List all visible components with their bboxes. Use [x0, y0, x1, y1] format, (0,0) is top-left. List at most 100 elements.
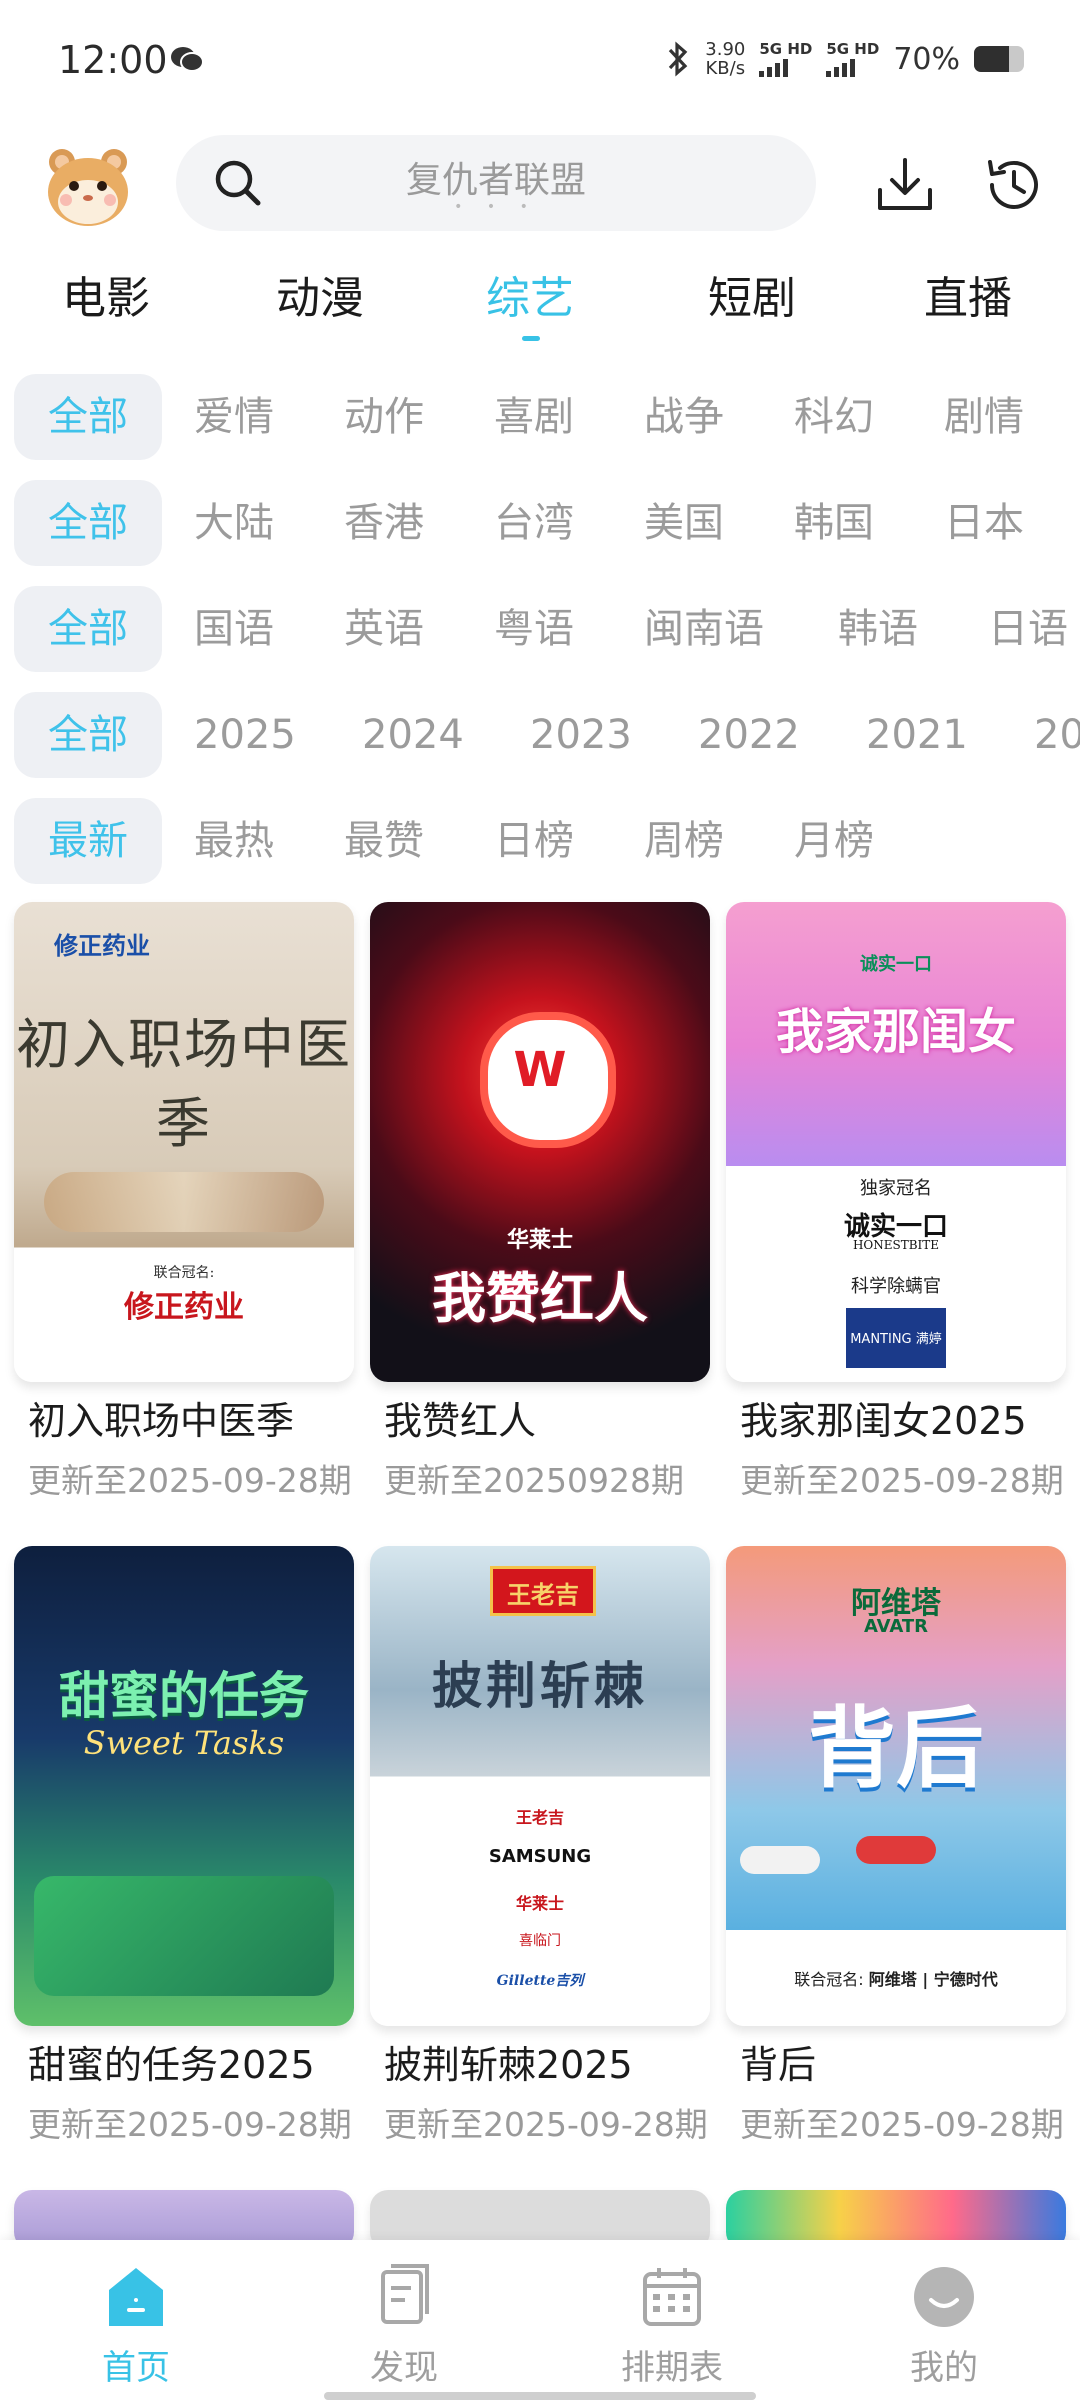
gesture-home-indicator	[324, 2392, 756, 2400]
show-poster[interactable]: 诚实一口 我家那闺女 独家冠名 诚实一口 HONESTBITE 科学除螨官 MA…	[726, 902, 1066, 1382]
filter-year-all[interactable]: 全部	[14, 692, 162, 778]
show-update-status: 更新至2025-09-28期	[28, 2105, 352, 2144]
filter-language-option[interactable]: 韩语	[838, 586, 918, 672]
filter-region-option[interactable]: 台湾	[494, 480, 574, 566]
poster-sponsor2-logo: MANTING 满婷	[846, 1308, 946, 1368]
tab-movies[interactable]: 电影	[62, 262, 150, 326]
filter-genre-all[interactable]: 全部	[14, 374, 162, 460]
filter-sort-option[interactable]: 最热	[194, 798, 274, 884]
show-poster[interactable]: 甜蜜的任务 Sweet Tasks	[14, 1546, 354, 2026]
show-title[interactable]: 背后	[740, 2034, 1070, 2089]
filter-region-all[interactable]: 全部	[14, 480, 162, 566]
tab-short-drama[interactable]: 短剧	[708, 262, 796, 326]
search-carousel-indicator: • • •	[454, 199, 538, 215]
poster-sponsor-logo: 华莱士	[506, 1227, 573, 1253]
category-tabs: 电影 动漫 综艺 短剧 直播	[0, 262, 1080, 342]
tab-variety[interactable]: 综艺	[486, 262, 574, 326]
poster-sponsor-label: 联合冠名:	[153, 1265, 215, 1281]
search-bar[interactable]: 复仇者联盟 • • •	[176, 135, 816, 231]
poster-sponsor-en: HONESTBITE	[852, 1238, 940, 1252]
filter-year-option[interactable]: 2023	[530, 692, 632, 778]
show-title[interactable]: 我赞红人	[384, 1390, 714, 1445]
filter-genre-option[interactable]: 动作	[344, 374, 424, 460]
filter-region-option[interactable]: 美国	[644, 480, 724, 566]
poster-decor	[34, 1876, 334, 1996]
show-title[interactable]: 甜蜜的任务2025	[28, 2034, 358, 2089]
nav-schedule[interactable]: 排期表	[572, 2262, 772, 2389]
poster-sponsor-name: 王老吉	[515, 1808, 564, 1827]
poster-title-art: 披荆斩棘	[432, 1656, 648, 1715]
show-update-status: 更新至2025-09-28期	[28, 1461, 352, 1500]
poster-decor	[856, 1836, 936, 1864]
poster-sponsor-en: AVATR	[863, 1616, 929, 1637]
poster-title-art: 初入职场中医季	[16, 1013, 352, 1155]
nav-profile[interactable]: 我的	[844, 2262, 1044, 2389]
poster-sponsor-label: 独家冠名	[860, 1178, 932, 1199]
show-title[interactable]: 披荆斩棘2025	[384, 2034, 714, 2089]
sort-filter-row: 最新 最热 最赞 日榜 周榜 月榜	[0, 798, 1080, 890]
poster-title-art: 甜蜜的任务	[59, 1667, 309, 1725]
filter-year-option[interactable]: 2025	[194, 692, 296, 778]
show-title[interactable]: 初入职场中医季	[28, 1390, 358, 1445]
show-poster[interactable]: 修正药业 初入职场中医季 联合冠名: 修正药业	[14, 902, 354, 1382]
filter-language-option[interactable]: 闽南语	[644, 586, 764, 672]
show-title[interactable]: 我家那闺女2025	[740, 1390, 1070, 1445]
hamster-avatar-icon[interactable]	[40, 140, 136, 230]
filter-genre-option[interactable]: 战争	[644, 374, 724, 460]
filter-genre-option[interactable]: 爱情	[194, 374, 274, 460]
poster-title-art: 背后	[807, 1697, 984, 1800]
show-poster[interactable]: 阿维塔 AVATR 背后 联合冠名: 阿维塔 | 宁德时代	[726, 1546, 1066, 2026]
year-filter-row: 全部 2025 2024 2023 2022 2021 2020	[0, 692, 1080, 784]
bluetooth-icon	[669, 41, 688, 77]
filter-year-option[interactable]: 2022	[698, 692, 800, 778]
poster-title-art: 我家那闺女	[775, 1004, 1016, 1060]
filter-year-option[interactable]: 2021	[866, 692, 968, 778]
filter-language-option[interactable]: 日语	[988, 586, 1068, 672]
poster-sponsor-logo: 王老吉	[490, 1566, 596, 1616]
poster-sponsor-item: 喜临门	[519, 1933, 561, 1949]
filter-sort-option[interactable]: 日榜	[494, 798, 574, 884]
filter-genre-option[interactable]: 剧情	[944, 374, 1024, 460]
filter-sort-option[interactable]: 最赞	[344, 798, 424, 884]
language-filter-row: 全部 国语 英语 粤语 闽南语 韩语 日语	[0, 586, 1080, 678]
signal-bars-icon	[759, 58, 789, 77]
filter-language-option[interactable]: 粤语	[494, 586, 574, 672]
filter-genre-option[interactable]: 喜剧	[494, 374, 574, 460]
show-update-status: 更新至20250928期	[384, 1461, 684, 1500]
search-placeholder: 复仇者联盟	[405, 160, 586, 201]
filter-sort-option[interactable]: 周榜	[644, 798, 724, 884]
tab-live[interactable]: 直播	[924, 262, 1012, 326]
signal-sim2: 5G HD	[826, 41, 879, 77]
genre-filter-row: 全部 爱情 动作 喜剧 战争 科幻 剧情	[0, 374, 1080, 466]
poster-sponsor-name: 修正药业	[124, 1290, 244, 1325]
poster-decor	[740, 1846, 820, 1874]
filter-language-option[interactable]: 英语	[344, 586, 424, 672]
download-icon[interactable]	[870, 150, 940, 220]
poster-subtitle-art: Sweet Tasks	[83, 1724, 285, 1762]
filter-genre-option[interactable]: 科幻	[794, 374, 874, 460]
nav-discover[interactable]: 发现	[304, 2262, 504, 2389]
calendar-icon	[643, 2268, 701, 2326]
battery-percent: 70%	[893, 41, 960, 77]
poster-logo-mark: W	[513, 1042, 567, 1098]
filter-region-option[interactable]: 大陆	[194, 480, 274, 566]
filter-region-option[interactable]: 日本	[944, 480, 1024, 566]
filter-region-option[interactable]: 韩国	[794, 480, 874, 566]
filter-sort-option[interactable]: 月榜	[794, 798, 874, 884]
filter-language-option[interactable]: 国语	[194, 586, 274, 672]
nav-home[interactable]: 首页	[36, 2262, 236, 2389]
filter-year-option[interactable]: 2024	[362, 692, 464, 778]
filter-language-all[interactable]: 全部	[14, 586, 162, 672]
filter-region-option[interactable]: 香港	[344, 480, 424, 566]
filter-year-option[interactable]: 2020	[1034, 692, 1080, 778]
discover-icon	[381, 2264, 429, 2324]
history-icon[interactable]	[978, 150, 1048, 220]
show-poster[interactable]: W 华莱士 我赞红人	[370, 902, 710, 1382]
signal-bars-icon	[826, 58, 856, 77]
show-poster[interactable]: 王老吉 披荆斩棘 王老吉 SAMSUNG 华莱士 喜临门 Gillette吉列	[370, 1546, 710, 2026]
tab-anime[interactable]: 动漫	[276, 262, 364, 326]
show-update-status: 更新至2025-09-28期	[740, 1461, 1064, 1500]
battery-icon	[974, 46, 1024, 72]
poster-sponsor-logo: 修正药业	[54, 931, 150, 960]
filter-sort-latest[interactable]: 最新	[14, 798, 162, 884]
